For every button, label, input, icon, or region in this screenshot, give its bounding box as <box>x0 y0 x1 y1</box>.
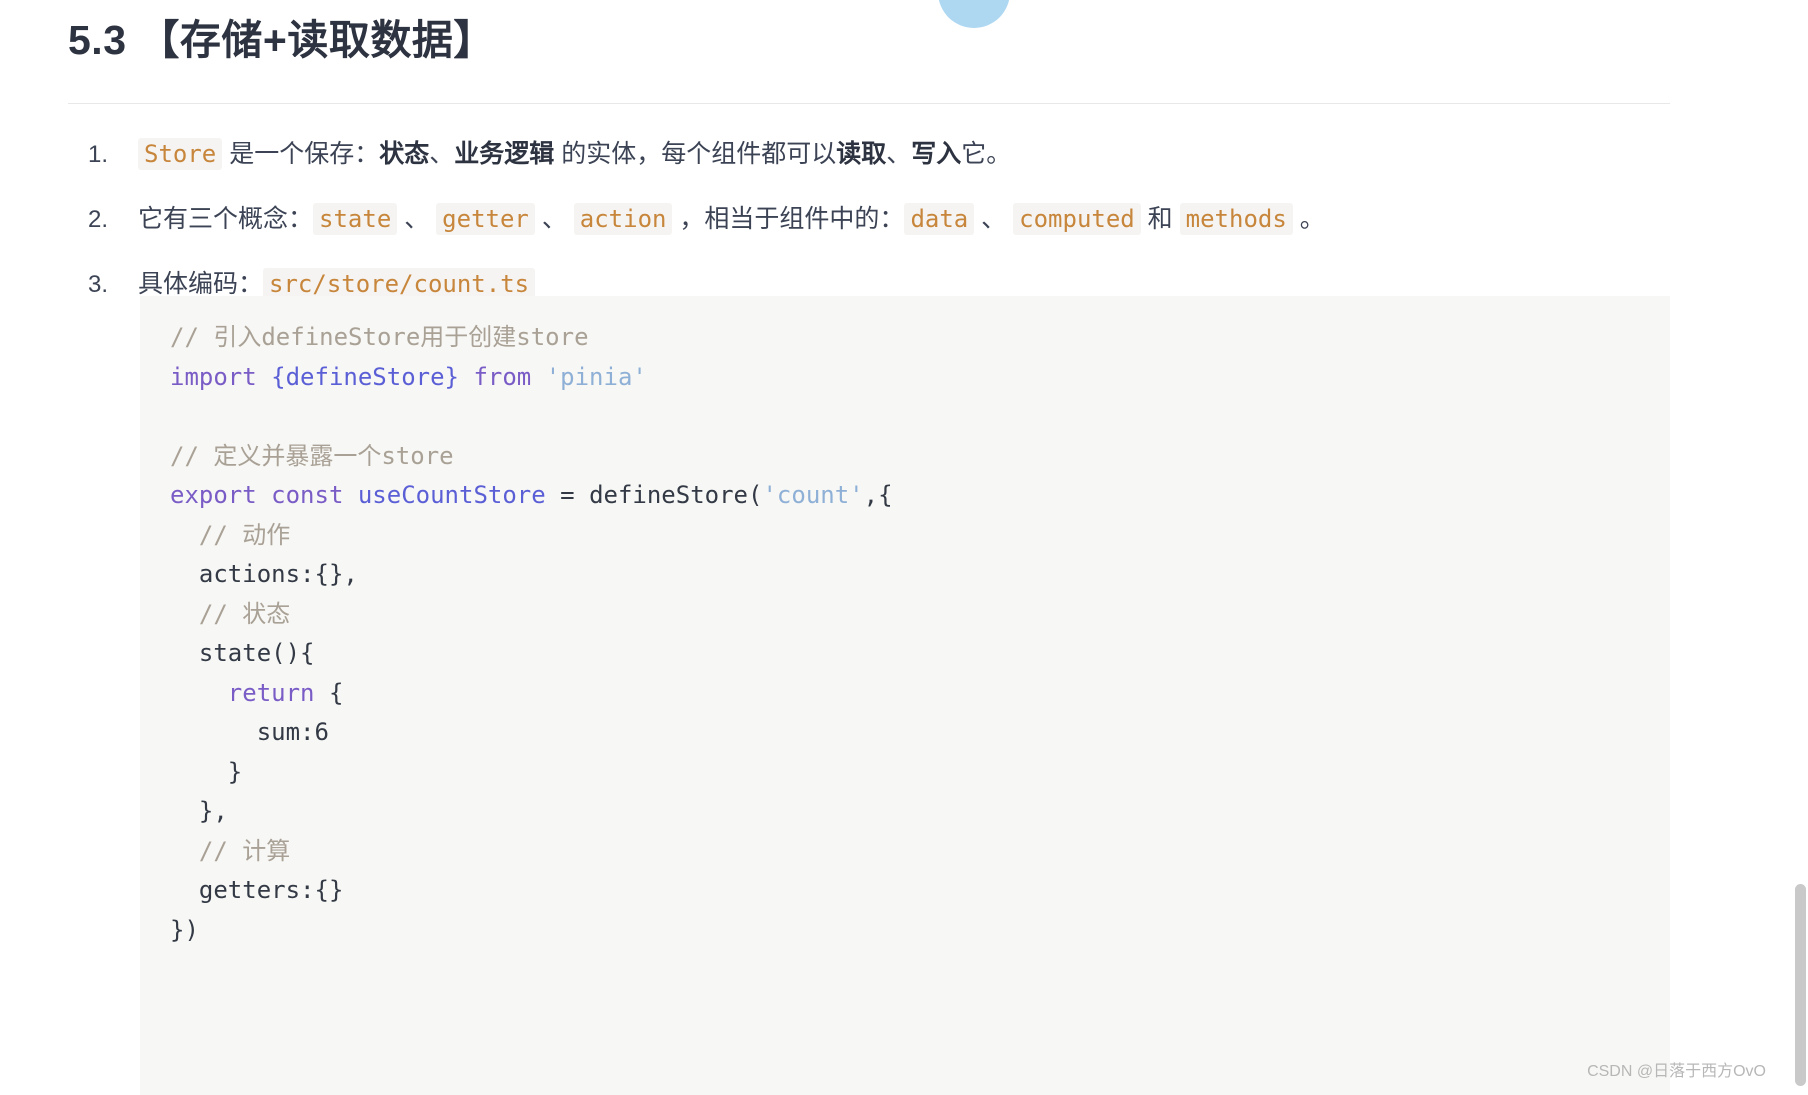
list-item-text: 它。 <box>961 140 1012 168</box>
code-token: } <box>170 757 243 786</box>
emphasis-text: 写入 <box>911 140 962 168</box>
list-item-text: 、 <box>397 205 437 233</box>
list-item-text: 是一个保存： <box>222 140 380 168</box>
code-token: {defineStore} <box>271 362 459 391</box>
code-line: } <box>140 753 1670 793</box>
code-token: // 状态 <box>170 599 291 628</box>
code-token: // 计算 <box>170 836 291 865</box>
list-item-text: ，相当于组件中的： <box>672 205 905 233</box>
code-token: }, <box>170 797 228 825</box>
list-item-text: 、 <box>429 140 455 168</box>
code-token: actions:{}, <box>170 560 358 588</box>
list-item-text: 和 <box>1140 205 1180 233</box>
list-item-text: 具体编码： <box>138 270 264 298</box>
inline-code: state <box>313 203 398 235</box>
code-token: 'pinia' <box>545 362 647 391</box>
code-token: defineStore <box>589 481 749 509</box>
list-item: 2. 它有三个概念： state 、 getter 、 action ，相当于组件中… <box>88 187 1688 252</box>
list-item-text: 的实体，每个组件都可以 <box>554 140 837 168</box>
ordered-list: 1. Store 是一个保存：状态、业务逻辑 的实体，每个组件都可以读取、写入它。… <box>88 122 1688 317</box>
code-line: sum:6 <box>140 713 1670 753</box>
code-token: // 定义并暴露一个store <box>170 441 454 470</box>
csdn-watermark: CSDN @日落于西方OvO <box>1587 1063 1766 1080</box>
code-line: // 状态 <box>140 595 1670 635</box>
document-page: 5.3 【存储+读取数据】 1. Store 是一个保存：状态、业务逻辑 的实体，… <box>0 0 1808 1095</box>
page-title: 5.3 【存储+读取数据】 <box>68 17 495 63</box>
code-token: export <box>170 481 257 509</box>
code-line: }, <box>140 792 1670 832</box>
list-item-text: 它有三个概念： <box>138 205 314 233</box>
code-token: sum: <box>170 718 315 746</box>
code-token: const <box>271 481 344 509</box>
code-line: return { <box>140 674 1670 714</box>
code-token: // 引入defineStore用于创建store <box>170 323 589 351</box>
inline-code: getter <box>436 203 535 235</box>
emphasis-text: 读取 <box>836 140 887 168</box>
code-token: return <box>170 678 315 707</box>
code-token: ,{ <box>863 481 893 509</box>
code-token: state(){ <box>170 639 315 667</box>
code-token: 'count' <box>762 481 864 509</box>
code-line: // 计算 <box>140 832 1670 872</box>
code-line: export const useCountStore = defineStore… <box>140 476 1670 516</box>
inline-code: Store <box>138 138 223 170</box>
list-item-text: 、 <box>974 205 1014 233</box>
scrollbar-track[interactable] <box>1792 0 1808 1095</box>
code-token: { <box>314 678 344 707</box>
code-line: // 引入defineStore用于创建store <box>140 318 1670 358</box>
list-item-text: 、 <box>886 140 912 168</box>
code-token: useCountStore <box>357 481 546 509</box>
inline-code: methods <box>1179 203 1293 235</box>
emphasis-text: 业务逻辑 <box>454 140 555 168</box>
code-line: // 动作 <box>140 516 1670 556</box>
inline-code: computed <box>1013 203 1141 235</box>
inline-code: action <box>573 203 673 235</box>
list-item-text: 、 <box>534 205 574 233</box>
code-block: // 引入defineStore用于创建store import {defineS… <box>140 296 1670 1095</box>
list-item-marker: 1. <box>88 141 109 168</box>
code-token: 6 <box>314 718 329 746</box>
code-token: ( <box>748 481 763 509</box>
code-line: import {defineStore} from 'pinia' <box>140 358 1670 398</box>
inline-code: data <box>904 203 975 235</box>
emphasis-text: 状态 <box>379 140 430 168</box>
code-line: getters:{} <box>140 871 1670 911</box>
code-line: }) <box>140 911 1670 951</box>
code-token: // 动作 <box>170 520 291 549</box>
code-token: import <box>170 362 257 391</box>
list-item-marker: 2. <box>88 206 109 233</box>
code-line: // 定义并暴露一个store <box>140 437 1670 477</box>
code-token: from <box>473 362 532 391</box>
list-item-text: 。 <box>1292 205 1325 233</box>
list-item: 1. Store 是一个保存：状态、业务逻辑 的实体，每个组件都可以读取、写入它。 <box>88 122 1688 187</box>
horizontal-divider <box>68 103 1670 104</box>
list-item-marker: 3. <box>88 271 109 298</box>
code-line: state(){ <box>140 634 1670 674</box>
code-token: getters:{} <box>170 876 344 904</box>
scrollbar-thumb[interactable] <box>1795 884 1806 1086</box>
decorative-circle-icon <box>938 0 1010 28</box>
code-token: = <box>545 481 590 509</box>
code-token: }) <box>170 915 199 944</box>
code-line: actions:{}, <box>140 555 1670 595</box>
